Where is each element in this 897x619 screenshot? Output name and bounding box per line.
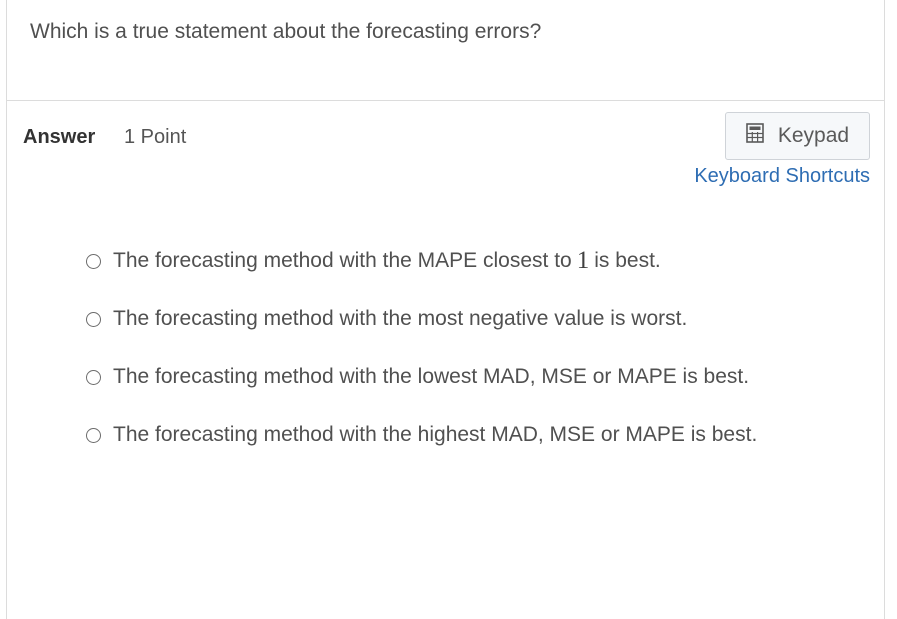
question-panel: Which is a true statement about the fore… — [6, 0, 885, 619]
answer-label: Answer — [23, 126, 96, 148]
keypad-label: Keypad — [777, 124, 850, 147]
option-3-text: The forecasting method with the lowest M… — [113, 365, 750, 388]
question-text: Which is a true statement about the fore… — [30, 20, 542, 43]
calculator-icon — [746, 123, 778, 149]
option-3[interactable]: The forecasting method with the lowest M… — [86, 348, 757, 406]
option-1-text-before: The forecasting method with the MAPE clo… — [113, 249, 572, 272]
keypad-button[interactable]: Keypad — [725, 112, 870, 160]
keyboard-shortcuts-link[interactable]: Keyboard Shortcuts — [694, 165, 870, 188]
answer-options: The forecasting method with the MAPE clo… — [86, 232, 757, 464]
option-4[interactable]: The forecasting method with the highest … — [86, 406, 757, 464]
option-1-text-after: is best. — [594, 249, 661, 272]
radio-button[interactable] — [86, 311, 101, 327]
option-2[interactable]: The forecasting method with the most neg… — [86, 290, 757, 348]
option-1[interactable]: The forecasting method with the MAPE clo… — [86, 232, 757, 290]
option-1-math-value: 1 — [576, 247, 590, 274]
divider — [7, 100, 884, 101]
radio-button[interactable] — [86, 427, 101, 443]
option-4-text: The forecasting method with the highest … — [113, 423, 758, 446]
radio-button[interactable] — [86, 253, 101, 269]
radio-button[interactable] — [86, 369, 101, 385]
option-2-text: The forecasting method with the most neg… — [113, 307, 688, 330]
points-value: 1 Point — [124, 126, 187, 148]
